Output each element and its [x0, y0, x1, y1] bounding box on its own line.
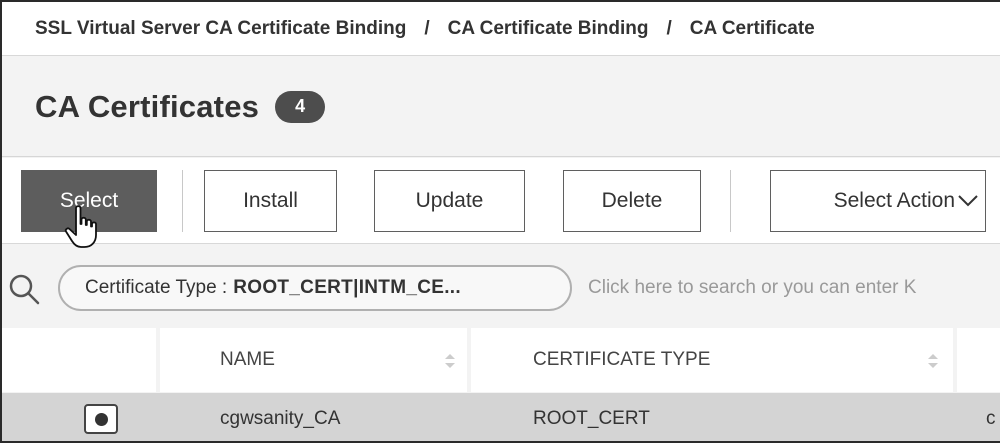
select-action-dropdown[interactable]: Select Action — [770, 170, 986, 232]
sort-icon[interactable] — [927, 352, 939, 370]
search-input[interactable] — [588, 271, 1000, 305]
breadcrumb-item-ssl-virtual-server[interactable]: SSL Virtual Server CA Certificate Bindin… — [35, 18, 406, 40]
select-action-label: Select Action — [833, 189, 955, 212]
column-header-name[interactable]: NAME — [160, 328, 467, 392]
install-button[interactable]: Install — [204, 170, 337, 232]
row-radio-button[interactable] — [84, 404, 118, 434]
breadcrumb-item-ca-cert-binding[interactable]: CA Certificate Binding — [448, 18, 649, 40]
search-icon[interactable] — [8, 273, 40, 305]
filter-chip-value: ROOT_CERT|INTM_CE... — [233, 277, 461, 298]
table-header: NAME CERTIFICATE TYPE — [2, 328, 1000, 392]
search-bar: Certificate Type : ROOT_CERT|INTM_CE... — [2, 249, 1000, 327]
filter-chip-certificate-type[interactable]: Certificate Type : ROOT_CERT|INTM_CE... — [58, 265, 572, 311]
column-header-certificate-type[interactable]: CERTIFICATE TYPE — [471, 328, 953, 392]
select-button[interactable]: Select — [21, 170, 157, 232]
cell-truncated: c — [986, 408, 996, 429]
toolbar: Select Install Update Delete Select Acti… — [2, 158, 1000, 244]
table-row[interactable]: cgwsanity_CA ROOT_CERT c — [2, 393, 1000, 441]
sort-icon[interactable] — [444, 352, 456, 370]
column-header-certificate-type-label: CERTIFICATE TYPE — [533, 349, 711, 370]
chevron-down-icon — [958, 195, 978, 207]
toolbar-divider — [730, 170, 731, 232]
page-title: CA Certificates — [35, 88, 260, 124]
radio-selected-dot — [94, 412, 108, 426]
count-badge: 4 — [275, 90, 326, 123]
cell-name: cgwsanity_CA — [220, 408, 341, 429]
delete-button[interactable]: Delete — [563, 170, 701, 232]
filter-chip-key: Certificate Type : — [85, 277, 228, 298]
breadcrumb-separator: / — [424, 17, 430, 39]
breadcrumb-separator: / — [666, 17, 672, 39]
column-header-name-label: NAME — [220, 349, 275, 370]
toolbar-divider — [182, 170, 183, 232]
update-button[interactable]: Update — [374, 170, 525, 232]
column-header-select — [2, 328, 156, 392]
cell-certificate-type: ROOT_CERT — [533, 408, 650, 429]
breadcrumb-item-ca-certificate: CA Certificate — [689, 17, 815, 39]
app-window: SSL Virtual Server CA Certificate Bindin… — [0, 0, 1000, 443]
breadcrumb: SSL Virtual Server CA Certificate Bindin… — [2, 2, 1000, 56]
column-header-more — [957, 328, 1000, 392]
page-header: CA Certificates 4 — [2, 57, 1000, 157]
